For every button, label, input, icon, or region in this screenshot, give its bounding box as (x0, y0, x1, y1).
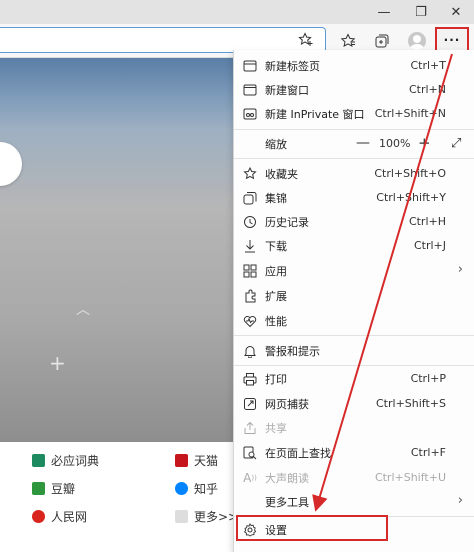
quick-link-more[interactable]: 更多>> (175, 508, 238, 525)
settings-highlight-box (236, 515, 388, 541)
zoom-level: 100% (379, 137, 411, 150)
new-tab-icon (242, 58, 258, 74)
alerts-icon (242, 343, 258, 359)
collections-icon (242, 190, 258, 206)
quick-link[interactable]: 知乎 (175, 480, 218, 497)
menu-item-performance[interactable]: 性能 (234, 309, 474, 333)
history-icon (242, 214, 258, 230)
settings-and-more-button[interactable]: ··· (435, 27, 469, 52)
people-daily-icon (32, 510, 45, 523)
fullscreen-icon[interactable]: ⤢ (451, 136, 461, 151)
capture-icon (242, 396, 258, 412)
more-links-icon (175, 510, 188, 523)
menu-item-apps[interactable]: 应用 › (234, 259, 474, 283)
menu-item-collections[interactable]: 集锦 Ctrl+Shift+Y (234, 186, 474, 210)
menu-separator (234, 129, 474, 130)
menu-item-find[interactable]: 在页面上查找 Ctrl+F (234, 441, 474, 465)
bing-dict-icon (32, 454, 45, 467)
menu-separator (234, 335, 474, 336)
search-button[interactable] (0, 142, 22, 186)
tmall-icon (175, 454, 188, 467)
share-icon (242, 420, 258, 436)
menu-item-inprivate[interactable]: 新建 InPrivate 窗口 Ctrl+Shift+N (234, 102, 474, 126)
find-icon (242, 445, 258, 461)
quick-link-label: 天猫 (194, 454, 219, 468)
quick-link[interactable]: 人民网 (32, 508, 87, 525)
new-window-icon (242, 82, 258, 98)
menu-item-more-tools[interactable]: 更多工具 › (234, 490, 474, 514)
quick-link[interactable]: 豆瓣 (32, 480, 75, 497)
quick-link-label: 人民网 (51, 510, 88, 524)
restore-button[interactable]: ❐ (401, 0, 441, 24)
extensions-icon (242, 288, 258, 304)
inprivate-icon (242, 106, 258, 122)
plus-icon[interactable]: + (49, 351, 66, 375)
menu-item-read-aloud: A)) 大声朗读 Ctrl+Shift+U (243, 471, 446, 485)
zoom-in-button[interactable]: + (418, 134, 431, 152)
avatar-icon (408, 32, 426, 50)
read-aloud-icon: A)) (243, 471, 257, 485)
menu-item-web-capture[interactable]: 网页捕获 Ctrl+Shift+S (234, 392, 474, 416)
close-button[interactable]: ✕ (436, 0, 474, 24)
menu-item-alerts[interactable]: 警报和提示 (234, 339, 474, 363)
minimize-button[interactable]: — (364, 0, 404, 24)
menu-item-downloads[interactable]: 下载 Ctrl+J (234, 234, 474, 258)
title-bar: — ❐ ✕ (0, 0, 474, 24)
menu-separator (234, 158, 474, 159)
douban-icon (32, 482, 45, 495)
menu-item-favorites[interactable]: 收藏夹 Ctrl+Shift+O (234, 162, 474, 186)
chevron-right-icon: › (457, 493, 463, 508)
apps-icon (242, 263, 258, 279)
favorites-icon (242, 166, 258, 182)
quick-link[interactable]: 天猫 (175, 452, 218, 469)
menu-item-extensions[interactable]: 扩展 (234, 284, 474, 308)
zhihu-icon (175, 482, 188, 495)
quick-link-label: 更多>> (194, 510, 239, 524)
menu-item-history[interactable]: 历史记录 Ctrl+H (234, 210, 474, 234)
quick-link[interactable]: 必应词典 (32, 452, 99, 469)
chevron-up-icon[interactable]: ︿ (76, 299, 90, 319)
menu-item-new-tab[interactable]: 新建标签页 Ctrl+T (234, 54, 474, 78)
settings-and-more-menu: 新建标签页 Ctrl+T 新建窗口 Ctrl+N 新建 InPrivate 窗口… (233, 50, 474, 552)
menu-item-share: 共享 (234, 416, 474, 440)
print-icon (242, 371, 258, 387)
menu-item-zoom: 缩放 — 100% + ⤢ (265, 134, 462, 152)
menu-item-new-window[interactable]: 新建窗口 Ctrl+N (234, 78, 474, 102)
chevron-right-icon: › (457, 262, 463, 277)
download-icon (242, 238, 258, 254)
quick-link-label: 必应词典 (51, 454, 100, 468)
performance-icon (242, 313, 258, 329)
quick-link-label: 知乎 (194, 482, 219, 496)
quick-link-label: 豆瓣 (51, 482, 76, 496)
add-favorite-icon[interactable] (294, 28, 318, 52)
menu-separator (234, 365, 474, 366)
menu-item-print[interactable]: 打印 Ctrl+P (234, 367, 474, 391)
zoom-out-button[interactable]: — (356, 135, 370, 151)
